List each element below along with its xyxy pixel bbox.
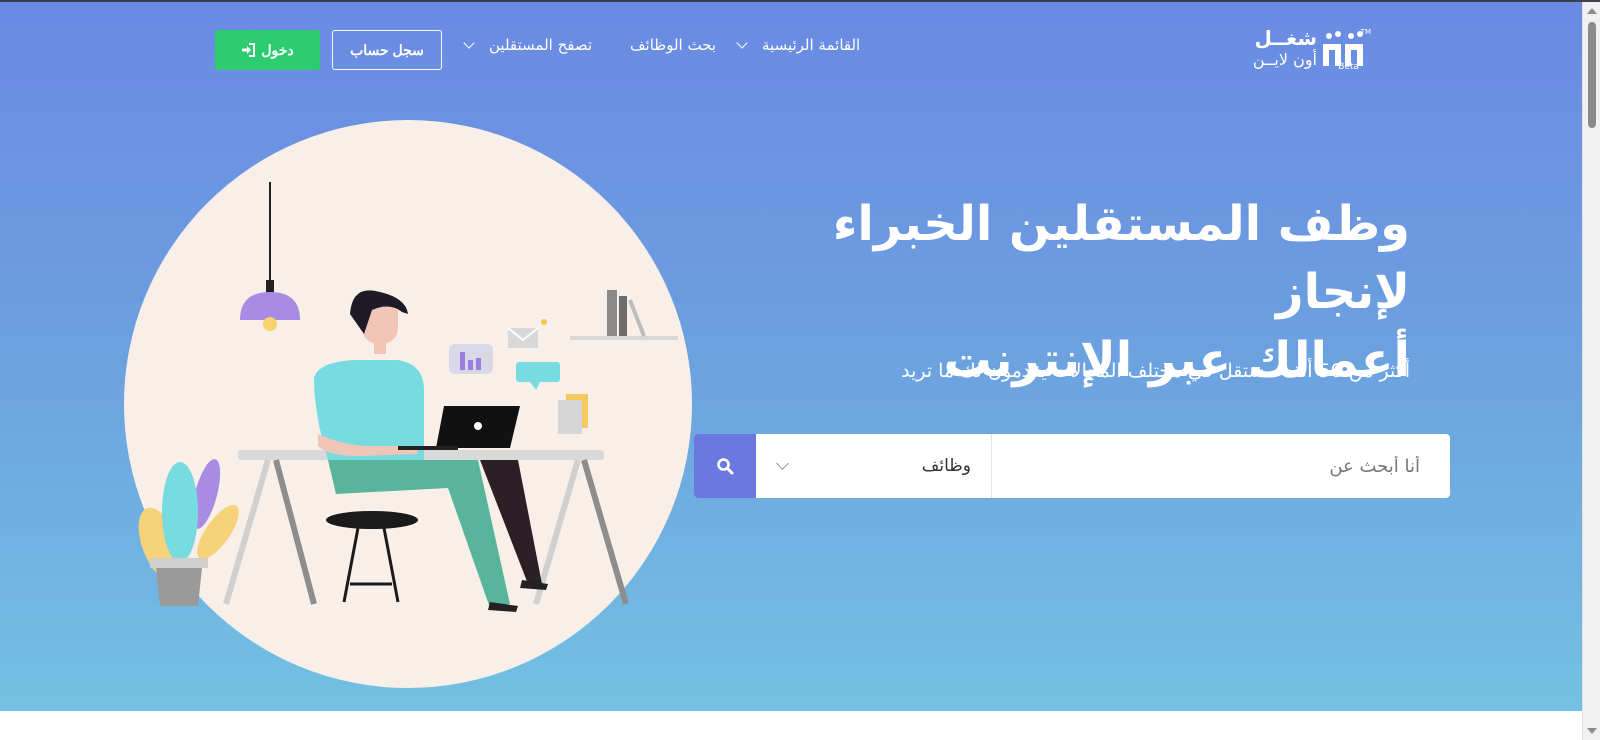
nav-main-menu-label: القائمة الرئيسية [762, 36, 861, 54]
page-content-start [0, 711, 1582, 740]
hero-subheading: أكثر من 50 ألف مستقل في مختلف المجالات ي… [901, 360, 1410, 382]
search-bar: وظائف [694, 434, 1450, 498]
nav-browse-freelancers-label: تصفح المستقلين [489, 36, 593, 54]
login-button[interactable]: دخول [215, 30, 320, 70]
register-label: سجل حساب [350, 41, 424, 58]
hero-headline-line1: وظف المستقلين الخبراء لإنجاز [832, 196, 1410, 320]
login-label: دخول [261, 41, 294, 58]
site-logo[interactable]: شغــل أون لايــن TM Beta [1240, 26, 1375, 76]
chevron-down-icon [736, 36, 748, 49]
logo-tm: TM [1360, 28, 1371, 36]
scroll-up-arrow-icon[interactable] [1587, 8, 1597, 14]
chevron-down-icon [776, 457, 789, 470]
sign-in-icon [242, 43, 256, 57]
top-nav: دخول سجل حساب تصفح المستقلين بحث الوظائف… [0, 2, 1582, 92]
nav-job-search-label: بحث الوظائف [630, 36, 717, 54]
logo-text-sub: أون لايــن [1252, 50, 1317, 69]
search-category-value: وظائف [921, 456, 971, 476]
vertical-scrollbar[interactable] [1582, 2, 1600, 740]
scroll-down-arrow-icon[interactable] [1587, 728, 1597, 734]
search-category-select[interactable]: وظائف [756, 434, 992, 498]
hero-section: دخول سجل حساب تصفح المستقلين بحث الوظائف… [0, 2, 1582, 711]
search-icon [717, 458, 734, 475]
nav-browse-freelancers[interactable]: تصفح المستقلين [463, 36, 593, 54]
search-button[interactable] [694, 434, 756, 498]
nav-main-menu[interactable]: القائمة الرئيسية [736, 36, 861, 54]
logo-text-main: شغــل [1254, 26, 1317, 50]
freelancer-illustration [124, 120, 692, 688]
scrollbar-thumb[interactable] [1588, 22, 1596, 128]
chevron-down-icon [463, 36, 475, 49]
search-input[interactable] [992, 434, 1450, 498]
nav-job-search[interactable]: بحث الوظائف [630, 36, 716, 54]
register-button[interactable]: سجل حساب [332, 30, 442, 70]
logo-beta-badge: Beta [1338, 62, 1359, 72]
